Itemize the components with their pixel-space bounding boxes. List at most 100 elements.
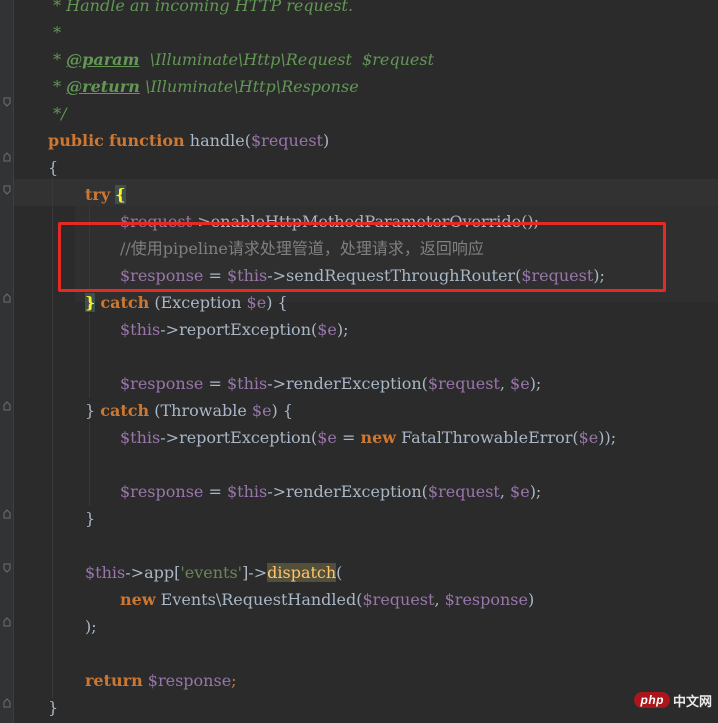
paren: ) — [527, 590, 535, 609]
method-call-highlighted: dispatch — [267, 563, 337, 582]
method-call: renderException — [286, 374, 422, 393]
doc-tag-param: @param — [66, 50, 140, 69]
brace: { — [48, 158, 59, 177]
doc-comment-line: * @param \Illuminate\Http\Request $reque… — [48, 46, 434, 73]
doc-comment-text: * — [48, 50, 67, 69]
operator: = — [336, 428, 361, 447]
code-line-report: $this->reportException($e); — [120, 316, 349, 343]
punctuation: ; — [231, 671, 237, 690]
doc-comment-line: * Handle an incoming HTTP request. — [48, 0, 353, 19]
code-line-function-signature: public function handle($request) — [48, 127, 329, 154]
watermark-text: 中文网 — [672, 694, 712, 710]
arrow-operator: -> — [125, 563, 145, 582]
punctuation: ); — [336, 320, 349, 339]
indent-guide — [89, 422, 90, 506]
doc-comment-text: */ — [48, 104, 67, 123]
fold-marker-icon[interactable] — [3, 152, 11, 162]
punctuation: ); — [529, 482, 542, 501]
paren: ( — [336, 563, 343, 582]
fold-marker-icon[interactable] — [3, 617, 11, 627]
fold-marker-icon[interactable] — [3, 509, 11, 519]
doc-comment-text: * Handle an incoming HTTP request. — [48, 0, 354, 15]
editor-gutter — [0, 0, 14, 723]
this-variable: $this — [120, 320, 161, 339]
code-line-report-fatal: $this->reportException($e = new FatalThr… — [120, 424, 616, 451]
catch-type: (Throwable — [149, 401, 252, 420]
fold-marker-icon[interactable] — [3, 97, 11, 107]
keyword-return: return — [85, 671, 143, 690]
variable: $request — [427, 482, 500, 501]
punctuation: ) { — [266, 293, 288, 312]
fold-marker-icon[interactable] — [3, 563, 11, 573]
variable: $response — [444, 590, 528, 609]
doc-comment-line: */ — [48, 100, 66, 127]
code-line-catch-throwable: } catch (Throwable $e) { — [85, 397, 293, 424]
fold-marker-icon[interactable] — [3, 293, 11, 303]
method-call: reportException — [179, 320, 311, 339]
code-line-brace: { — [48, 154, 58, 181]
brace: } — [85, 401, 96, 420]
keyword-new: new — [360, 428, 397, 447]
doc-comment-text: \Illuminate\Http\Response — [139, 77, 359, 96]
property: app — [144, 563, 175, 582]
class-name: Events\RequestHandled( — [155, 590, 363, 609]
operator: = — [203, 374, 227, 393]
method-call: reportException — [179, 428, 311, 447]
punctuation: ); — [529, 374, 542, 393]
brace: } — [85, 509, 96, 528]
arrow-operator: -> — [267, 482, 287, 501]
doc-comment-line: * @return \Illuminate\Http\Response — [48, 73, 359, 100]
doc-comment-line: * — [48, 19, 61, 46]
this-variable: $this — [226, 482, 268, 501]
punctuation: , — [499, 482, 511, 501]
variable: $e — [317, 428, 337, 447]
code-editor[interactable]: * Handle an incoming HTTP request. * * @… — [0, 0, 718, 723]
variable: $e — [317, 320, 337, 339]
arrow-operator: -> — [160, 428, 180, 447]
punctuation: )); — [598, 428, 617, 447]
code-line-brace: } — [85, 505, 95, 532]
code-line-try: try { — [85, 181, 126, 208]
code-line-dispatch: $this->app['events']->dispatch( — [85, 559, 342, 586]
variable: $e — [251, 401, 272, 420]
code-line-catch-exception: } catch (Exception $e) { — [85, 289, 288, 316]
string-literal: 'events' — [180, 563, 243, 582]
this-variable: $this — [85, 563, 126, 582]
fold-marker-icon[interactable] — [3, 401, 11, 411]
code-line-brace: } — [48, 694, 58, 721]
keyword-function: function — [109, 131, 185, 150]
fold-marker-icon[interactable] — [3, 698, 11, 708]
site-watermark: php 中文网 — [634, 689, 712, 711]
code-line-close: ); — [85, 613, 97, 640]
matched-brace: } — [85, 293, 96, 312]
code-line-render: $response = $this->renderException($requ… — [120, 370, 541, 397]
fold-marker-icon[interactable] — [3, 185, 11, 195]
doc-comment-text: * — [48, 23, 62, 42]
arrow-operator: -> — [160, 320, 180, 339]
method-call: renderException — [286, 482, 422, 501]
highlight-annotation-box — [58, 222, 666, 292]
code-line-new-event: new Events\RequestHandled($request, $res… — [120, 586, 534, 613]
operator: = — [203, 482, 227, 501]
arrow-operator: -> — [267, 374, 287, 393]
code-line-return: return $response; — [85, 667, 237, 694]
function-name: handle — [189, 131, 245, 150]
this-variable: $this — [120, 428, 161, 447]
catch-type: (Exception — [149, 293, 247, 312]
class-name: FatalThrowableError( — [396, 428, 579, 447]
keyword-try: try — [85, 185, 111, 204]
keyword-new: new — [120, 590, 156, 609]
doc-comment-text: \Illuminate\Http\Request $request — [139, 50, 435, 69]
doc-comment-text: * — [48, 77, 67, 96]
keyword-public: public — [48, 131, 104, 150]
punctuation: ]-> — [242, 563, 268, 582]
doc-tag-return: @return — [66, 77, 140, 96]
variable: $e — [246, 293, 267, 312]
variable: $response — [120, 482, 204, 501]
punctuation: ); — [85, 617, 97, 636]
keyword-catch: catch — [100, 401, 150, 420]
indent-guide — [89, 314, 90, 398]
punctuation: ) { — [271, 401, 294, 420]
keyword-catch: catch — [100, 293, 150, 312]
matched-brace: { — [115, 185, 126, 204]
